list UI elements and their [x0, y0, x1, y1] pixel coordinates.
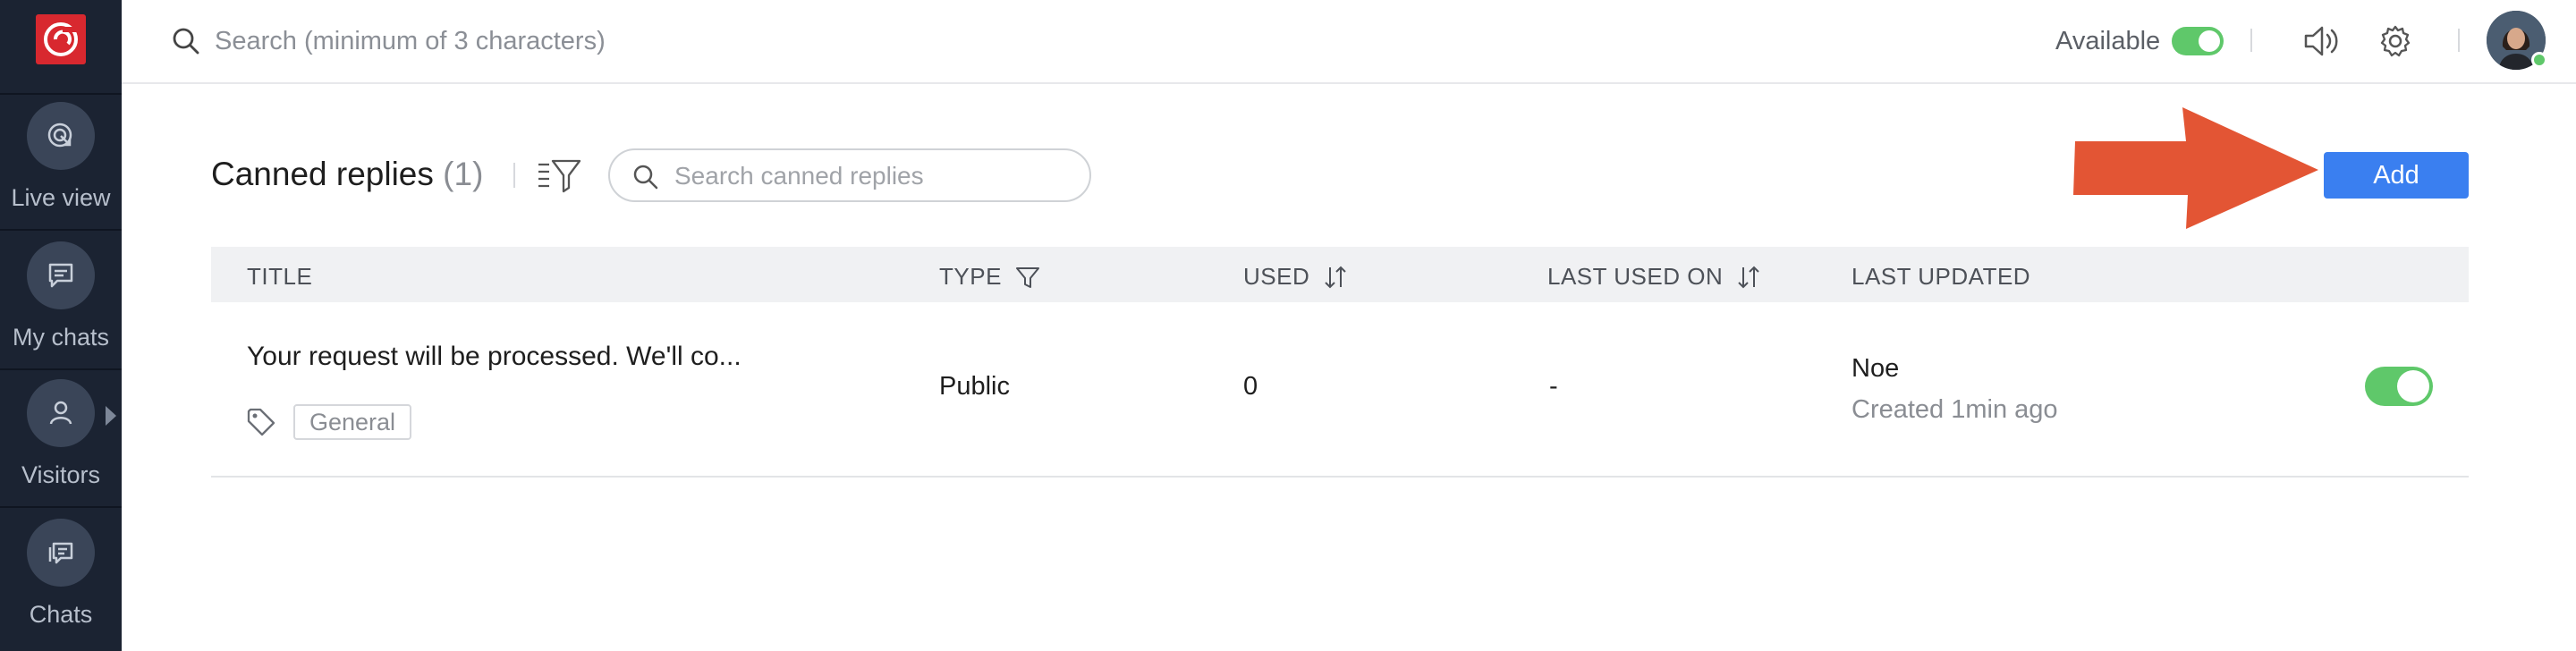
tag-chip: General: [293, 404, 412, 440]
chat-bubble-icon: [27, 241, 95, 309]
reply-title[interactable]: Your request will be processed. We'll co…: [247, 342, 741, 372]
table-header: TITLE TYPE USED LAST USED ON LAST UPDATE…: [211, 247, 2469, 302]
topbar-divider: [2458, 29, 2460, 52]
column-header-used[interactable]: USED: [1243, 263, 1349, 291]
availability-label: Available: [2055, 27, 2161, 55]
visitor-icon: [27, 379, 95, 447]
sidebar-divider: [0, 506, 122, 508]
search-icon: [633, 165, 658, 190]
table-row[interactable]: Your request will be processed. We'll co…: [211, 302, 2469, 478]
logo-icon: [44, 22, 79, 56]
chats-icon: [27, 519, 95, 587]
sidebar-item-label: Visitors: [21, 461, 101, 488]
canned-replies-search-input[interactable]: [674, 159, 1068, 193]
toggle-knob: [2199, 30, 2220, 52]
sidebar-item-my-chats[interactable]: My chats: [0, 241, 122, 376]
availability-toggle[interactable]: [2172, 27, 2224, 55]
reply-updated-by: Noe: [1852, 354, 1900, 383]
column-header-type[interactable]: TYPE: [939, 263, 1041, 291]
top-bar: Available: [122, 0, 2576, 84]
topbar-divider: [2250, 29, 2252, 52]
sidebar-item-visitors[interactable]: Visitors: [0, 379, 122, 513]
column-header-last-updated: LAST UPDATED: [1852, 263, 2031, 290]
reply-used-count: 0: [1243, 372, 1258, 401]
search-icon: [173, 28, 199, 55]
column-header-last-used-on[interactable]: LAST USED ON: [1547, 263, 1762, 291]
global-search-input[interactable]: [215, 21, 1020, 61]
reply-enabled-toggle[interactable]: [2365, 367, 2433, 406]
online-status-dot: [2531, 52, 2547, 68]
page-title-text: Canned replies: [211, 156, 434, 192]
sidebar-item-label: Live view: [11, 184, 111, 211]
reply-type: Public: [939, 372, 1010, 401]
column-header-title[interactable]: TITLE: [247, 263, 312, 291]
sort-icon[interactable]: [1322, 264, 1349, 291]
filter-icon[interactable]: [1014, 264, 1041, 291]
add-button[interactable]: Add: [2324, 152, 2469, 199]
live-view-icon: [27, 102, 95, 170]
sidebar-item-label: My chats: [12, 324, 110, 351]
filter-icon[interactable]: [537, 156, 581, 195]
page-title: Canned replies (1): [211, 156, 483, 193]
user-avatar[interactable]: [2487, 11, 2547, 70]
reply-last-used-on: -: [1549, 372, 1558, 401]
sidebar-item-live-view[interactable]: Live view: [0, 102, 122, 236]
app-logo[interactable]: [36, 14, 86, 64]
annotation-arrow-icon: [2073, 107, 2318, 229]
sidebar-item-chats[interactable]: Chats: [0, 519, 122, 651]
sidebar: Live view My chats Visitors Chats: [0, 0, 122, 651]
gear-icon[interactable]: [2374, 21, 2417, 61]
sidebar-divider: [0, 229, 122, 231]
reply-updated-when: Created 1min ago: [1852, 395, 2058, 424]
expand-caret-icon[interactable]: [106, 406, 116, 426]
sort-icon[interactable]: [1735, 264, 1762, 291]
canned-replies-search[interactable]: [608, 148, 1091, 202]
title-divider: [513, 163, 515, 188]
item-count: (1): [443, 156, 484, 192]
sound-icon[interactable]: [2302, 21, 2345, 61]
sidebar-divider: [0, 93, 122, 95]
sidebar-divider: [0, 368, 122, 370]
sidebar-item-label: Chats: [29, 601, 93, 628]
toggle-knob: [2397, 370, 2429, 402]
tag-icon: [247, 408, 275, 436]
